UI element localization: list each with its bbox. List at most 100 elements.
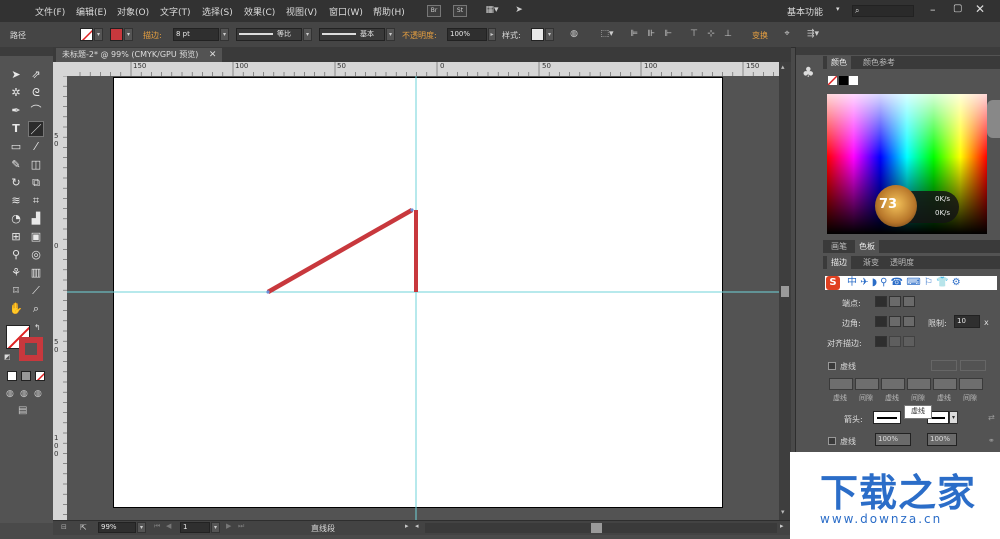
gradient-mode-icon[interactable] [21,371,31,381]
last-artboard-icon[interactable]: ⏭ [238,522,244,531]
stroke-label[interactable]: 描边: [143,30,162,41]
align-to-icon[interactable]: ⬚▾ [598,28,616,40]
column-graph-tool-icon[interactable]: ▥ [28,265,44,281]
dash-preserve-button[interactable] [931,360,957,371]
profile-dropdown[interactable]: ▾ [303,28,312,41]
menu-effect[interactable]: 效果(C) [244,5,275,18]
scroll-right-icon[interactable]: ▸ [780,522,784,530]
close-icon[interactable]: ✕ [975,2,985,16]
stroke-color-box[interactable] [19,337,43,361]
dashed-line-2-checkbox[interactable] [828,437,836,445]
dashed-line-checkbox[interactable] [828,362,836,370]
tab-gradient[interactable]: 渐变 [859,256,883,269]
arrange-documents-icon[interactable]: ▦▾ [482,4,502,16]
opacity-label[interactable]: 不透明度: [402,30,437,41]
draw-normal-icon[interactable]: ◍ [6,389,14,399]
fill-swatch[interactable] [80,28,93,41]
sogou-logo-icon[interactable]: S [826,276,840,290]
width-tool-icon[interactable]: ≋ [8,193,24,209]
align-stroke-center-button[interactable] [875,336,887,347]
menu-edit[interactable]: 编辑(E) [76,5,107,18]
curvature-tool-icon[interactable]: ⌒ [28,103,44,119]
menu-help[interactable]: 帮助(H) [373,5,405,18]
horizontal-scrollbar[interactable] [425,523,777,533]
zoom-dropdown[interactable]: ▾ [137,522,146,533]
perspective-grid-tool-icon[interactable]: ▟ [28,211,44,227]
paintbrush-tool-icon[interactable]: ⁄ [28,139,44,155]
blend-tool-icon[interactable]: ◎ [28,247,44,263]
scale-tool-icon[interactable]: ⧉ [28,175,44,191]
panel-menu-icon[interactable]: ⇶▾ [803,28,823,40]
vertical-scroll-thumb[interactable] [781,286,789,297]
swap-arrowheads-icon[interactable]: ⇄ [988,413,995,422]
zoom-field[interactable]: 99% [98,522,136,533]
style-dropdown[interactable]: ▾ [545,28,554,41]
ime-toolbar-icons[interactable]: 中 ✈ ◗ ⚲ ☎ ⌨ ⚐ 👕 ⚙ [847,277,961,289]
pencil-tool-icon[interactable]: ✎ [8,157,24,173]
eyedropper-tool-icon[interactable]: ⚲ [8,247,24,263]
align-bottom-icon[interactable]: ⊥ [722,28,734,40]
share-icon[interactable]: ⇱ [80,523,87,532]
graphic-style-swatch[interactable] [531,28,544,41]
arrow-end-scale-field[interactable]: 100% [927,433,957,446]
toolbox-header[interactable] [0,47,53,56]
miter-join-button[interactable] [875,316,887,327]
color-mode-icon[interactable] [7,371,17,381]
free-transform-tool-icon[interactable]: ⌗ [28,193,44,209]
default-colors-icon[interactable]: ◩ [4,353,11,361]
shape-builder-tool-icon[interactable]: ◔ [8,211,24,227]
opacity-dropdown[interactable]: ▸ [488,28,496,41]
gap-1-field[interactable] [855,378,879,390]
ime-toolbar[interactable]: S 中 ✈ ◗ ⚲ ☎ ⌨ ⚐ 👕 ⚙ [825,276,997,290]
align-vcenter-icon[interactable]: ⊹ [705,28,717,40]
dash-3-field[interactable] [933,378,957,390]
stroke-dropdown[interactable]: ▾ [124,28,133,41]
horizontal-scroll-thumb[interactable] [591,523,602,533]
direct-selection-tool-icon[interactable]: ⇗ [28,67,44,83]
minimize-icon[interactable]: – [930,3,936,16]
tab-transparency[interactable]: 透明度 [886,256,918,269]
arrow-start-scale-field[interactable]: 100% [875,433,911,446]
tab-color[interactable]: 颜色 [827,56,851,69]
next-artboard-icon[interactable]: ▶ [226,522,231,530]
stroke-weight-field[interactable]: 8 pt [173,28,219,41]
white-swatch[interactable] [849,76,858,85]
lasso-tool-icon[interactable]: ᘓ [28,85,44,101]
align-hcenter-icon[interactable]: ⊪ [645,28,657,40]
gap-3-field[interactable] [959,378,983,390]
brush-dropdown[interactable]: ▾ [386,28,395,41]
anchor-point[interactable] [410,208,414,212]
round-join-button[interactable] [889,316,901,327]
symbols-panel-icon[interactable]: ♣ [802,65,815,81]
diagonal-line-path[interactable] [266,208,414,294]
magic-wand-tool-icon[interactable]: ✲ [8,85,24,101]
document-tab[interactable]: 未标题-2* @ 99% (CMYK/GPU 预览) ✕ [56,48,223,62]
stroke-swatch[interactable] [110,28,123,41]
pen-tool-icon[interactable]: ✒ [8,103,24,119]
round-cap-button[interactable] [889,296,901,307]
hand-tool-icon[interactable]: ✋ [8,301,24,317]
end-arrowhead-dropdown[interactable]: ▾ [949,411,958,424]
menu-type[interactable]: 文字(T) [160,5,191,18]
stock-button[interactable]: St [453,5,467,17]
tab-brushes[interactable]: 画笔 [827,240,851,253]
bevel-join-button[interactable] [903,316,915,327]
artboard-tool-icon[interactable]: ⌑ [8,283,24,299]
dash-align-button[interactable] [960,360,986,371]
link-scale-icon[interactable]: ⚭ [988,436,995,445]
workspace-switcher[interactable]: 基本功能 [787,5,823,18]
projecting-cap-button[interactable] [903,296,915,307]
isolate-icon[interactable]: ⌖ [781,28,793,40]
menu-view[interactable]: 视图(V) [286,5,317,18]
stroke-weight-dropdown[interactable]: ▾ [220,28,229,41]
dock-header[interactable] [796,47,823,55]
align-stroke-outside-button[interactable] [903,336,915,347]
miter-limit-field[interactable]: 10 [954,315,980,328]
black-swatch[interactable] [839,76,848,85]
align-top-icon[interactable]: ⊤ [688,28,700,40]
opacity-field[interactable]: 100% [447,28,487,41]
screen-mode-icon[interactable]: ▤ [18,405,27,416]
gradient-tool-icon[interactable]: ▣ [28,229,44,245]
menu-file[interactable]: 文件(F) [35,5,65,18]
none-mode-icon[interactable] [35,371,45,381]
